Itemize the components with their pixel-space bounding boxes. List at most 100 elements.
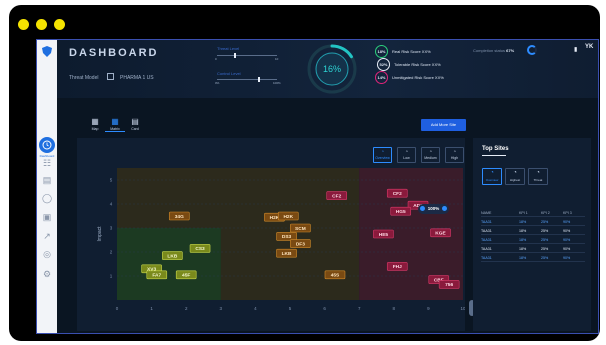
filter-medium[interactable]: ◔ Medium bbox=[421, 147, 440, 163]
kpi-table: NAME KPI 1 KPI 2 KPI 3 TAA31 18% 25% 90% TAA31 18… bbox=[481, 208, 585, 262]
sidebar-item-settings[interactable]: ⚙ bbox=[40, 268, 54, 280]
sidebar-item-dashboard[interactable] bbox=[39, 137, 55, 153]
window-dot-3 bbox=[54, 19, 65, 30]
gauge-value: 16% bbox=[323, 64, 341, 74]
control-level-min: 0% bbox=[215, 81, 220, 85]
site-marker-label: HE5 bbox=[379, 232, 389, 238]
hierarchy-icon: ☷ bbox=[42, 158, 52, 168]
sidebar-item-hierarchy[interactable]: ☷ bbox=[40, 157, 54, 169]
page-frame: Dashboard ☷ ▤ ◯ ▣ ↗ ◎ ⚙ DASHBOARD Threat… bbox=[0, 0, 606, 345]
kpi-cell: TAA31 bbox=[481, 247, 492, 251]
risk-score-label: Tolerable Risk Score XX% bbox=[394, 62, 441, 67]
control-level-knob[interactable] bbox=[258, 77, 260, 82]
threat-level-label: Threat Level bbox=[217, 46, 240, 51]
kpi-column-header: KPI 3 bbox=[563, 211, 572, 215]
table-row[interactable]: TAA31 18% 25% 90% bbox=[481, 253, 585, 262]
control-level-slider[interactable] bbox=[217, 79, 277, 80]
kpi-cell: 90% bbox=[563, 247, 571, 251]
x-tick-label: 8 bbox=[393, 306, 396, 311]
gauge-icon: ◔ bbox=[380, 149, 385, 155]
table-row[interactable]: TAA31 18% 25% 90% bbox=[481, 217, 585, 226]
site-marker-label: DS3 bbox=[282, 234, 292, 240]
site-marker-label: 45F bbox=[182, 273, 190, 279]
tab-matrix[interactable]: ▦ Matrix bbox=[105, 117, 125, 132]
kpi-cell: 90% bbox=[563, 256, 571, 260]
zoom-in-icon[interactable] bbox=[441, 206, 447, 212]
completion-progress-icon bbox=[527, 45, 537, 55]
target-icon: ◎ bbox=[43, 249, 51, 259]
x-tick-label: 6 bbox=[323, 306, 326, 311]
zoom-out-icon[interactable] bbox=[420, 206, 426, 212]
x-tick-label: 2 bbox=[185, 306, 188, 311]
table-row[interactable]: TAA31 18% 25% 90% bbox=[481, 235, 585, 244]
kpi-cell: TAA31 bbox=[481, 229, 492, 233]
zoom-control[interactable]: 100% bbox=[418, 204, 449, 214]
site-marker-label: LKB bbox=[167, 253, 177, 259]
kpi-column-header: KPI 1 bbox=[519, 211, 528, 215]
filter-label: High bbox=[450, 156, 459, 160]
threat-level-slider[interactable] bbox=[217, 55, 277, 56]
table-row[interactable]: TAA31 18% 25% 90% bbox=[481, 244, 585, 253]
y-axis-label: Impact bbox=[97, 226, 103, 242]
tab-label: Matrix bbox=[110, 127, 120, 131]
table-row[interactable]: TAA31 18% 25% 90% bbox=[481, 226, 585, 235]
top-sites-title-underline bbox=[482, 155, 506, 156]
filter-high[interactable]: ◔ High bbox=[445, 147, 464, 163]
sidebar-item-security[interactable]: ◯ bbox=[40, 192, 54, 204]
y-tick-label: 3 bbox=[110, 226, 113, 231]
tab-label: Map bbox=[91, 127, 99, 131]
tab-card[interactable]: ▤ Card bbox=[125, 117, 145, 131]
threat-model-selector-icon[interactable] bbox=[107, 73, 114, 80]
gauge-icon: ◔ bbox=[490, 170, 494, 176]
gauge-icon: ◔ bbox=[404, 149, 409, 155]
control-level-label: Control Level bbox=[217, 71, 241, 76]
x-tick-label: 1 bbox=[150, 306, 153, 311]
filter-overview[interactable]: ◔ Overview bbox=[373, 147, 392, 163]
threat-level-knob[interactable] bbox=[234, 53, 236, 58]
risk-zone-low bbox=[117, 228, 221, 300]
site-marker-label: H2K bbox=[283, 214, 293, 220]
threat-level-min: 0 bbox=[215, 57, 217, 61]
sidebar-item-targets[interactable]: ◎ bbox=[40, 248, 54, 260]
gauge-icon: ◔ bbox=[428, 149, 433, 155]
x-tick-label: 7 bbox=[358, 306, 361, 311]
filter-low[interactable]: ◔ Low bbox=[397, 147, 416, 163]
kpi-cell: TAA31 bbox=[481, 256, 492, 260]
top-sites-tab-label: Highest bbox=[509, 178, 521, 182]
kpi-cell: 90% bbox=[563, 220, 571, 224]
top-sites-tab-label: Overview bbox=[485, 178, 499, 182]
top-bar: DASHBOARD Threat Model PHARMA 1 US Threa… bbox=[57, 40, 598, 98]
site-marker-label: FA7 bbox=[152, 273, 161, 279]
top-sites-tab-threat[interactable]: ◔ Threat bbox=[528, 168, 548, 185]
threat-model-value[interactable]: PHARMA 1 US bbox=[120, 75, 154, 81]
app-window: Dashboard ☷ ▤ ◯ ▣ ↗ ◎ ⚙ DASHBOARD Threat… bbox=[9, 5, 600, 341]
top-sites-tab-highest[interactable]: ◔ Highest bbox=[505, 168, 525, 185]
kpi-cell: 90% bbox=[563, 238, 571, 242]
x-tick-label: 0 bbox=[116, 306, 119, 311]
completion-status: Completion status 67% bbox=[473, 48, 514, 53]
site-marker-label: FHJ bbox=[393, 264, 402, 270]
site-marker-label: CS3 bbox=[195, 246, 205, 252]
sidebar-item-list[interactable]: ▣ bbox=[40, 211, 54, 223]
top-sites-tab-overview[interactable]: ◔ Overview bbox=[482, 168, 502, 185]
dashboard-screen: Dashboard ☷ ▤ ◯ ▣ ↗ ◎ ⚙ DASHBOARD Threat… bbox=[36, 39, 599, 334]
connection-icon: ↗ bbox=[43, 231, 51, 241]
shield-logo-icon[interactable] bbox=[42, 46, 52, 57]
kpi-cell: 18% bbox=[519, 220, 527, 224]
y-tick-label: 1 bbox=[110, 274, 113, 279]
gear-icon: ⚙ bbox=[42, 269, 52, 279]
risk-score-pct: 52% bbox=[377, 58, 390, 71]
risk-score-pct: 18% bbox=[375, 45, 388, 58]
shield-icon: ◯ bbox=[41, 193, 53, 203]
avatar[interactable]: YK bbox=[585, 44, 593, 50]
kpi-cell: 25% bbox=[541, 256, 549, 260]
bell-icon[interactable]: ▮ bbox=[574, 46, 577, 53]
content-area: ▦ Map ▦ Matrix ▤ Card Add More Site 012345678… bbox=[57, 98, 598, 333]
tab-map[interactable]: ▦ Map bbox=[85, 117, 105, 131]
sidebar-item-documents[interactable]: ▤ bbox=[40, 174, 54, 186]
risk-matrix-chart: 01234567891012345Impact34GCS3LKBXV3FA745… bbox=[97, 168, 465, 311]
sidebar-item-connections[interactable]: ↗ bbox=[40, 230, 54, 242]
top-sites-title: Top Sites bbox=[482, 146, 509, 152]
add-more-site-button[interactable]: Add More Site bbox=[421, 119, 466, 131]
main-area: DASHBOARD Threat Model PHARMA 1 US Threa… bbox=[57, 40, 598, 333]
